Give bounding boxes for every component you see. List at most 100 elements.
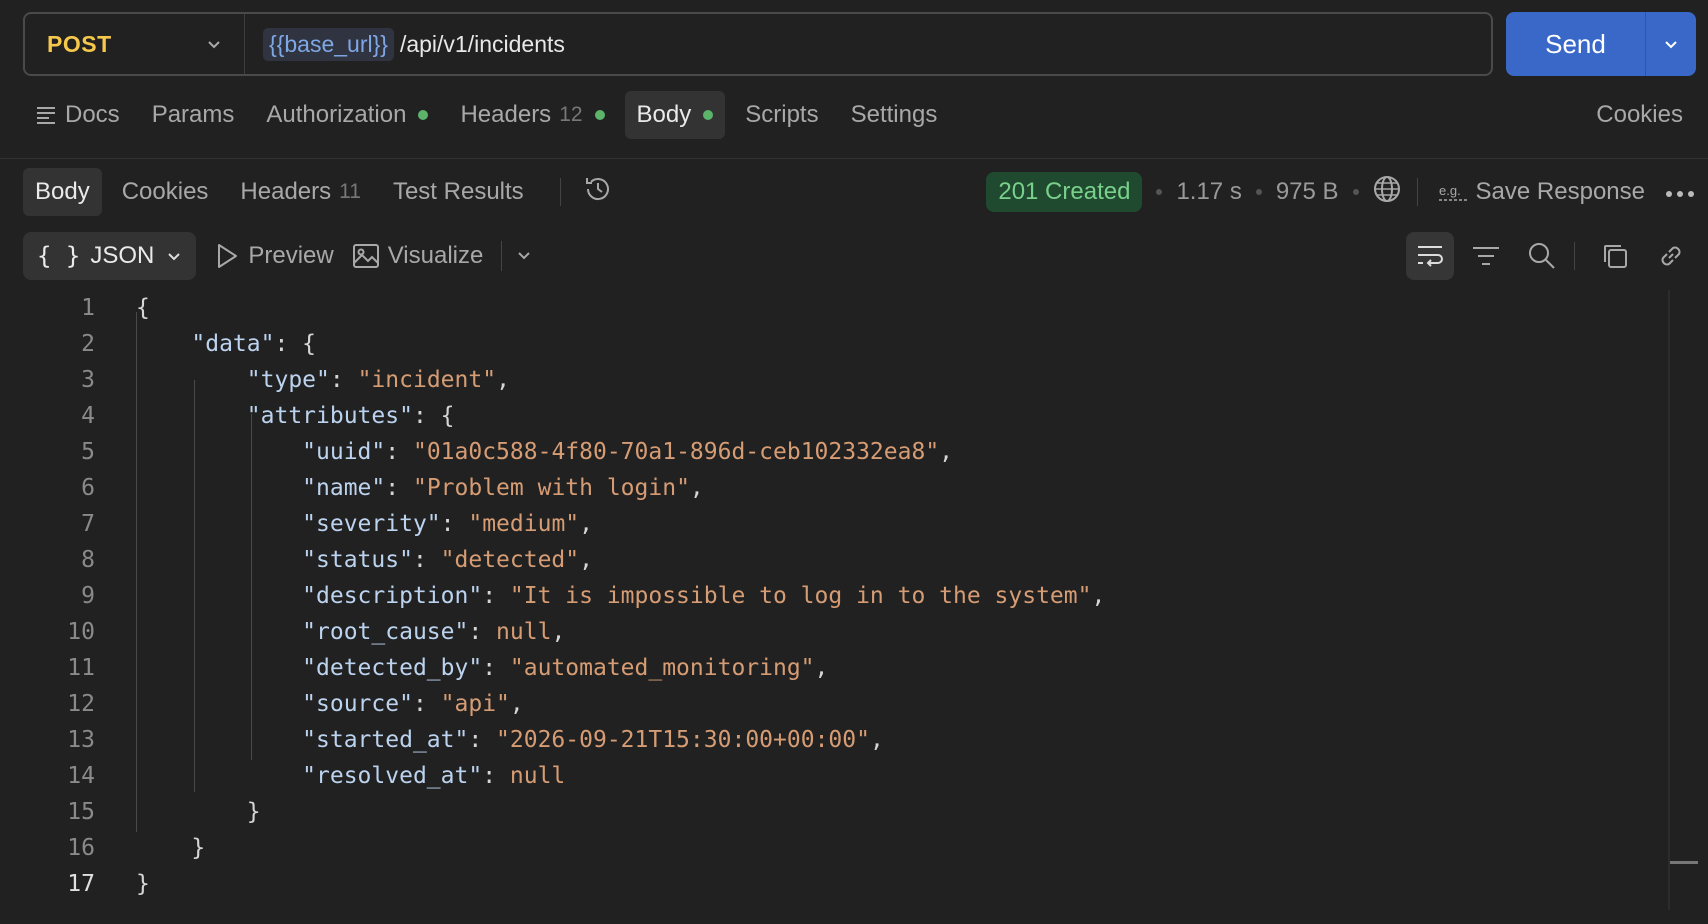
send-button[interactable]: Send	[1506, 12, 1646, 76]
url-path: /api/v1/incidents	[399, 30, 565, 57]
line-number: 5	[81, 439, 95, 465]
response-tab-test-results[interactable]: Test Results	[381, 168, 536, 216]
code-tools	[1398, 232, 1695, 280]
tab-authorization[interactable]: Authorization	[254, 91, 440, 139]
search-icon	[1529, 243, 1555, 269]
line-number: 15	[67, 799, 95, 825]
response-tab-body-label: Body	[35, 178, 90, 205]
response-tabs: Body Cookies Headers 11 Test Results 201…	[23, 168, 1695, 216]
url-variable[interactable]: {{base_url}}	[263, 27, 394, 61]
code-line: 17}	[0, 866, 1670, 902]
status-dot	[703, 110, 714, 120]
visualize-button[interactable]: Visualize	[352, 242, 484, 270]
link-button[interactable]	[1647, 232, 1695, 280]
copy-button[interactable]	[1591, 232, 1639, 280]
filter-icon	[1473, 247, 1499, 265]
format-dropdown[interactable]: { } JSON	[23, 232, 197, 280]
preview-button[interactable]: Preview	[214, 242, 334, 270]
send-options-button[interactable]	[1646, 12, 1696, 76]
line-number: 14	[67, 763, 95, 789]
code-text: "root_cause": null,	[302, 619, 566, 645]
tab-docs[interactable]: Docs	[23, 91, 132, 139]
scrollbar-thumb[interactable]	[1670, 861, 1698, 864]
response-body-viewer[interactable]: 1{2 "data": {3 "type": "incident", 4 "att…	[0, 290, 1670, 910]
wrap-lines-button[interactable]	[1406, 232, 1454, 280]
separator-dot	[1352, 189, 1359, 195]
save-response-label: Save Response	[1475, 178, 1645, 205]
format-label: JSON	[90, 242, 155, 269]
response-tab-cookies[interactable]: Cookies	[110, 168, 221, 216]
method-label: POST	[47, 30, 112, 57]
tab-scripts-label: Scripts	[745, 101, 819, 128]
code-line: 1{	[0, 290, 1670, 326]
tab-docs-label: Docs	[65, 101, 120, 128]
url-input[interactable]: {{base_url}} /api/v1/incidents	[245, 27, 565, 61]
globe-icon	[1373, 175, 1400, 202]
code-line: 10 "root_cause": null,	[0, 614, 1670, 650]
network-info-button[interactable]	[1373, 175, 1401, 210]
tab-settings-label: Settings	[850, 101, 938, 128]
scrollbar[interactable]	[1668, 290, 1670, 910]
separator-dot	[1156, 189, 1163, 195]
tab-settings[interactable]: Settings	[839, 91, 950, 139]
status-dot	[594, 110, 605, 120]
headers-count: 12	[559, 103, 583, 126]
history-button[interactable]	[581, 172, 615, 213]
code-text: }	[136, 835, 206, 861]
response-tab-body[interactable]: Body	[23, 168, 102, 216]
response-tab-cookies-label: Cookies	[121, 178, 209, 205]
code-text: "started_at": "2026-09-21T15:30:00+00:00…	[302, 727, 884, 753]
code-line: 15 }	[0, 794, 1670, 830]
cookies-link[interactable]: Cookies	[1584, 91, 1695, 139]
code-text: "source": "api",	[302, 691, 524, 717]
chevron-down-icon	[518, 252, 531, 260]
filter-button[interactable]	[1462, 232, 1510, 280]
code-text: "name": "Problem with login",	[302, 475, 704, 501]
method-dropdown[interactable]: POST	[25, 14, 245, 74]
separator-dot	[1255, 189, 1262, 195]
line-number: 17	[67, 871, 95, 897]
link-icon	[1661, 246, 1681, 266]
more-options-button[interactable]	[1665, 178, 1695, 206]
response-headers-count: 11	[339, 180, 361, 203]
code-line: 11 "detected_by": "automated_monitoring"…	[0, 650, 1670, 686]
code-line: 14 "resolved_at": null	[0, 758, 1670, 794]
example-icon: e.g.	[1438, 183, 1467, 201]
request-url-bar: POST {{base_url}} /api/v1/incidents	[23, 12, 1493, 76]
code-line: 6 "name": "Problem with login",	[0, 470, 1670, 506]
line-number: 1	[81, 295, 95, 321]
tab-headers-label: Headers	[460, 101, 552, 128]
search-button[interactable]	[1518, 232, 1566, 280]
more-horizontal-icon	[1666, 191, 1694, 197]
history-icon	[585, 177, 609, 200]
divider	[559, 178, 561, 206]
save-response-button[interactable]: e.g. Save Response	[1438, 178, 1645, 206]
divider	[0, 158, 1708, 159]
code-line: 5 "uuid": "01a0c588-4f80-70a1-896d-ceb10…	[0, 434, 1670, 470]
divider	[1574, 242, 1575, 270]
visualize-label: Visualize	[387, 242, 484, 269]
response-tab-headers[interactable]: Headers 11	[228, 168, 373, 216]
chevron-down-icon	[208, 41, 220, 49]
svg-text:e.g.: e.g.	[1439, 183, 1461, 198]
request-tabs: Docs Params Authorization Headers 12 Bod…	[23, 90, 1695, 140]
status-badge[interactable]: 201 Created	[986, 172, 1143, 212]
divider	[1416, 178, 1418, 206]
visualize-options-button[interactable]	[516, 242, 532, 270]
code-text: "data": {	[191, 331, 317, 357]
code-line: 13 "started_at": "2026-09-21T15:30:00+00…	[0, 722, 1670, 758]
image-icon	[352, 244, 379, 268]
chevron-down-icon	[168, 253, 181, 261]
code-line: 12 "source": "api",	[0, 686, 1670, 722]
code-text: "severity": "medium",	[302, 511, 593, 537]
tab-scripts[interactable]: Scripts	[733, 91, 830, 139]
tab-body[interactable]: Body	[624, 91, 726, 139]
response-toolbar: { } JSON Preview Visualize	[23, 232, 1695, 280]
response-size[interactable]: 975 B	[1276, 178, 1339, 206]
code-text: {	[136, 295, 150, 321]
response-time[interactable]: 1.17 s	[1176, 178, 1241, 206]
code-text: }	[136, 799, 261, 825]
tab-params[interactable]: Params	[140, 91, 247, 139]
response-tab-headers-label: Headers	[240, 178, 332, 205]
tab-headers[interactable]: Headers 12	[448, 91, 616, 139]
